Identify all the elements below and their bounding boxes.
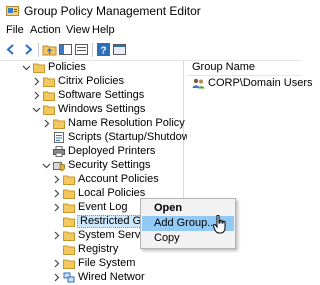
gpo-editor-app-icon — [6, 6, 19, 16]
context-menu-open[interactable]: Open — [142, 201, 234, 216]
tree-item-label: Account Policies — [78, 173, 159, 185]
folder-icon — [63, 175, 75, 185]
tree-item-label: Policies — [48, 61, 86, 73]
menu-view[interactable]: View — [66, 24, 90, 36]
chevron-down-icon[interactable] — [42, 161, 51, 170]
user-group-icon — [192, 78, 205, 89]
tree-item-label: System Servic — [78, 229, 149, 241]
tree-item-label: Event Log — [78, 201, 128, 213]
tree-item-label: Citrix Policies — [58, 75, 125, 87]
menu-file[interactable]: File — [6, 24, 24, 36]
chevron-down-icon[interactable] — [22, 63, 31, 72]
chevron-right-icon[interactable] — [52, 273, 61, 282]
tree-item-label: Wired Networ — [78, 271, 145, 283]
folder-icon — [63, 189, 75, 199]
folder-icon — [63, 203, 75, 213]
folder-icon — [53, 119, 65, 129]
window-title: Group Policy Management Editor — [24, 4, 201, 18]
context-menu-label: Add Group... — [154, 217, 217, 229]
context-menu-label: Copy — [154, 232, 180, 244]
tree-item-label: Deployed Printers — [68, 145, 156, 157]
menu-action[interactable]: Action — [30, 24, 61, 36]
chevron-right-icon[interactable] — [52, 175, 61, 184]
svg-text:?: ? — [100, 46, 106, 57]
tree-item-name-resolution-policy[interactable]: Name Resolution Policy — [0, 117, 185, 131]
context-menu-label: Open — [154, 202, 183, 214]
tree-item-account-policies[interactable]: Account Policies — [0, 173, 183, 187]
hand-cursor-icon — [213, 215, 226, 234]
menu-bar: File Action View Help — [0, 22, 300, 40]
chevron-right-icon[interactable] — [32, 77, 41, 86]
folder-icon — [63, 259, 75, 269]
folder-icon — [63, 231, 75, 241]
column-header-group-name[interactable]: Group Name — [187, 61, 300, 76]
forward-icon[interactable] — [20, 42, 35, 57]
tree-item-label: Security Settings — [68, 159, 151, 171]
tree-item-label: Windows Settings — [58, 103, 146, 115]
tree-item-deployed-printers[interactable]: Deployed Printers — [0, 145, 183, 159]
toolbar: ? — [0, 40, 300, 61]
folder-icon — [43, 77, 55, 87]
folder-icon — [63, 217, 75, 227]
chevron-right-icon[interactable] — [52, 203, 61, 212]
menu-help[interactable]: Help — [92, 24, 115, 36]
chevron-right-icon[interactable] — [52, 259, 61, 268]
back-icon[interactable] — [4, 42, 19, 57]
chevron-right-icon[interactable] — [42, 119, 51, 128]
help-icon[interactable]: ? — [96, 42, 111, 57]
console-icon[interactable] — [112, 42, 127, 57]
toolbar-separator — [92, 43, 93, 57]
security-icon — [53, 162, 65, 171]
tree-item-security-settings[interactable]: Security Settings — [0, 159, 183, 173]
show-hide-tree-icon[interactable] — [58, 42, 73, 57]
list-view-icon[interactable] — [74, 42, 89, 57]
tree-item-windows-settings[interactable]: Windows Settings — [0, 103, 183, 117]
chevron-right-icon[interactable] — [32, 91, 41, 100]
folder-icon — [33, 63, 45, 73]
tree-item-label: File System — [78, 257, 136, 269]
tree-item-label: Scripts (Startup/Shutdown) — [68, 131, 200, 143]
tree-item-citrix-policies[interactable]: Citrix Policies — [0, 75, 183, 89]
tree-item-policies[interactable]: Policies — [0, 61, 183, 75]
toolbar-separator — [38, 43, 39, 57]
tree-item-label: Registry — [78, 243, 119, 255]
tree-item-software-settings[interactable]: Software Settings — [0, 89, 183, 103]
folder-icon — [43, 105, 55, 115]
group-name-cell: CORP\Domain Users — [208, 77, 313, 89]
title-bar: Group Policy Management Editor — [0, 0, 300, 22]
folder-up-icon[interactable] — [42, 42, 57, 57]
chevron-right-icon[interactable] — [52, 189, 61, 198]
tree-item-scripts[interactable]: Scripts (Startup/Shutdown) — [0, 131, 199, 145]
tree-item-file-system[interactable]: File System — [0, 257, 183, 271]
script-icon — [54, 132, 64, 143]
list-item[interactable]: CORP\Domain Users — [187, 77, 313, 91]
network-icon — [63, 272, 75, 283]
tree-item-wired-network[interactable]: Wired Networ — [0, 271, 183, 285]
chevron-right-icon[interactable] — [52, 231, 61, 240]
column-header-label: Group Name — [192, 61, 255, 73]
tree-item-label: Local Policies — [78, 187, 146, 199]
folder-icon — [63, 245, 75, 255]
tree-item-label: Software Settings — [58, 89, 145, 101]
tree-item-label: Name Resolution Policy — [68, 117, 185, 129]
chevron-down-icon[interactable] — [32, 105, 41, 114]
printer-icon — [53, 146, 65, 157]
folder-icon — [43, 91, 55, 101]
